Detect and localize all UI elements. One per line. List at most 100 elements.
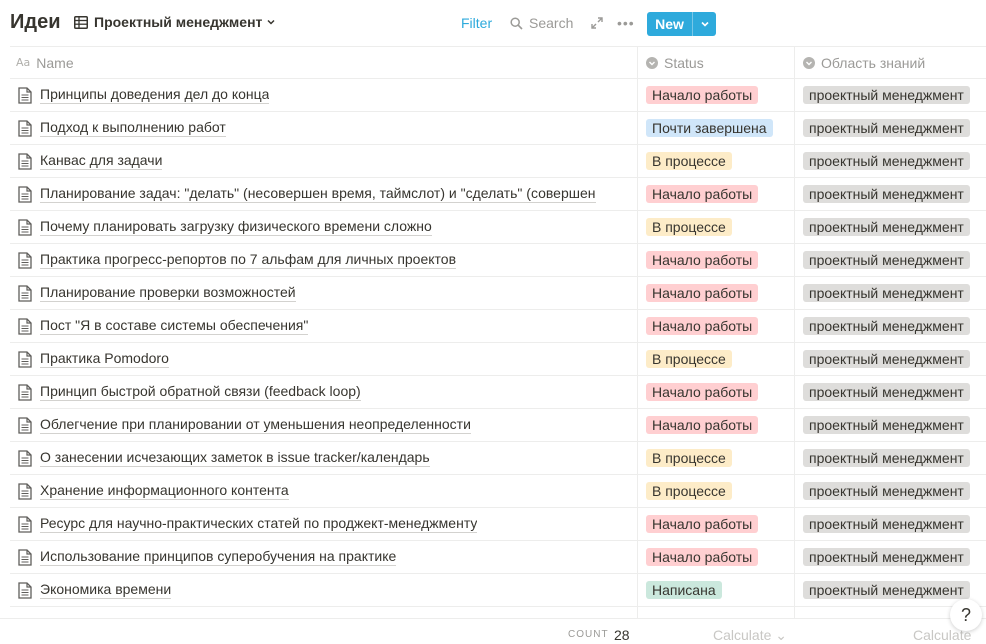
status-cell[interactable]: Почти завершена xyxy=(638,112,795,144)
row-title-link[interactable]: Планирование проверки возможностей xyxy=(40,284,296,302)
page-icon xyxy=(18,317,32,335)
area-cell[interactable]: проектный менеджмент xyxy=(795,475,986,507)
table-row[interactable]: О занесении исчезающих заметок в issue t… xyxy=(10,442,986,475)
row-title-link[interactable]: Практика прогресс-репортов по 7 альфам д… xyxy=(40,251,457,269)
page-icon xyxy=(18,152,32,170)
view-selector[interactable]: Проектный менеджмент xyxy=(74,14,276,30)
table-row[interactable]: Планирование проверки возможностей Начало… xyxy=(10,277,986,310)
open-as-page-button[interactable] xyxy=(591,16,603,34)
table-row[interactable]: Хранение информационного контента В проце… xyxy=(10,475,986,508)
column-header-name[interactable]: Aa Name xyxy=(10,47,638,78)
status-cell[interactable]: Начало работы xyxy=(638,310,795,342)
search-button[interactable]: Search xyxy=(510,15,573,31)
new-button[interactable]: New xyxy=(647,12,716,36)
row-title-link[interactable]: Канвас для задачи xyxy=(40,152,163,170)
page-icon xyxy=(18,416,32,434)
area-cell[interactable]: проектный менеджмент xyxy=(795,343,986,375)
page-title: Идеи xyxy=(10,11,61,33)
column-header-status[interactable]: Status xyxy=(638,47,795,78)
row-title-link[interactable]: Пост "Я в составе системы обеспечения" xyxy=(40,317,309,335)
status-cell[interactable]: Начало работы xyxy=(638,79,795,111)
area-cell[interactable]: проектный менеджмент xyxy=(795,541,986,573)
status-cell[interactable]: Начало работы xyxy=(638,541,795,573)
table-row[interactable]: Почему планировать загрузку физического … xyxy=(10,211,986,244)
status-badge: Начало работы xyxy=(646,317,759,335)
status-cell[interactable]: В процессе xyxy=(638,343,795,375)
row-title-link[interactable]: О занесении исчезающих заметок в issue t… xyxy=(40,449,430,467)
area-cell[interactable]: проектный менеджмент xyxy=(795,277,986,309)
area-cell[interactable]: проектный менеджмент xyxy=(795,244,986,276)
area-tag: проектный менеджмент xyxy=(803,449,970,467)
status-cell[interactable]: Написана xyxy=(638,574,795,606)
area-cell[interactable]: проектный менеджмент xyxy=(795,79,986,111)
row-title-link[interactable]: Принцип быстрой обратной связи (feedback… xyxy=(40,383,361,401)
row-title-link[interactable]: Хранение информационного контента xyxy=(40,482,289,500)
table-row[interactable]: Подход к выполнению работ Почти завершена… xyxy=(10,112,986,145)
status-cell[interactable]: Начало работы xyxy=(638,508,795,540)
name-cell: Почему планировать загрузку физического … xyxy=(10,211,638,243)
status-cell[interactable]: Начало работы xyxy=(638,376,795,408)
row-title-link[interactable]: Планирование задач: "делать" (несовершен… xyxy=(40,185,596,203)
table-row[interactable]: Использование принципов суперобучения на… xyxy=(10,541,986,574)
page-icon xyxy=(18,482,32,500)
area-cell[interactable]: проектный менеджмент xyxy=(795,178,986,210)
area-cell[interactable]: проектный менеджмент xyxy=(795,508,986,540)
page-icon xyxy=(18,251,32,269)
calculate-area-button[interactable]: Calculate ⌄ xyxy=(913,627,986,644)
status-cell[interactable]: Начало работы xyxy=(638,277,795,309)
table-row[interactable]: Облегчение при планировании от уменьшени… xyxy=(10,409,986,442)
status-badge: Написана xyxy=(646,581,722,599)
row-title-link[interactable]: Облегчение при планировании от уменьшени… xyxy=(40,416,471,434)
status-cell[interactable]: В процессе xyxy=(638,145,795,177)
table-row[interactable]: Экономика времени Написана проектный менед… xyxy=(10,574,986,607)
area-cell[interactable]: проектный менеджмент xyxy=(795,409,986,441)
status-badge: В процессе xyxy=(646,482,732,500)
more-options-button[interactable]: ••• xyxy=(617,15,635,31)
status-badge: В процессе xyxy=(646,449,732,467)
row-title-link[interactable]: Принципы доведения дел до конца xyxy=(40,86,270,104)
area-tag: проектный менеджмент xyxy=(803,482,970,500)
filter-button[interactable]: Filter xyxy=(461,15,492,31)
area-cell[interactable]: проектный менеджмент xyxy=(795,310,986,342)
table-row[interactable]: Принципы доведения дел до конца Начало ра… xyxy=(10,79,986,112)
status-cell[interactable]: Начало работы xyxy=(638,244,795,276)
table-row[interactable]: Практика прогресс-репортов по 7 альфам д… xyxy=(10,244,986,277)
table-row[interactable]: Пост "Я в составе системы обеспечения" На… xyxy=(10,310,986,343)
column-label: Status xyxy=(664,54,704,71)
new-dropdown-button[interactable] xyxy=(692,12,716,36)
calculate-status-button[interactable]: Calculate ⌄ xyxy=(713,627,787,644)
area-tag: проектный менеджмент xyxy=(803,86,970,104)
area-cell[interactable]: проектный менеджмент xyxy=(795,112,986,144)
table-body: Принципы доведения дел до конца Начало ра… xyxy=(10,79,986,607)
row-title-link[interactable]: Подход к выполнению работ xyxy=(40,119,226,137)
name-cell: Принципы доведения дел до конца xyxy=(10,79,638,111)
table-row[interactable]: Ресурс для научно-практических статей по… xyxy=(10,508,986,541)
column-label: Name xyxy=(36,54,74,71)
row-title-link[interactable]: Экономика времени xyxy=(40,581,172,599)
status-badge: Начало работы xyxy=(646,383,759,401)
area-tag: проектный менеджмент xyxy=(803,119,970,137)
column-header-area[interactable]: Область знаний xyxy=(795,47,986,78)
status-cell[interactable]: В процессе xyxy=(638,475,795,507)
database-table: Aa Name Status Область знаний Принципы д… xyxy=(10,46,986,640)
area-cell[interactable]: проектный менеджмент xyxy=(795,376,986,408)
area-cell[interactable]: проектный менеджмент xyxy=(795,442,986,474)
name-cell: Практика прогресс-репортов по 7 альфам д… xyxy=(10,244,638,276)
status-cell[interactable]: Начало работы xyxy=(638,409,795,441)
table-row[interactable]: Канвас для задачи В процессе проектный мен… xyxy=(10,145,986,178)
status-cell[interactable]: В процессе xyxy=(638,211,795,243)
table-row[interactable]: Планирование задач: "делать" (несовершен… xyxy=(10,178,986,211)
row-title-link[interactable]: Ресурс для научно-практических статей по… xyxy=(40,515,478,533)
table-row[interactable]: Практика Pomodoro В процессе проектный мен… xyxy=(10,343,986,376)
help-button[interactable]: ? xyxy=(950,599,982,631)
status-cell[interactable]: В процессе xyxy=(638,442,795,474)
page-icon xyxy=(18,218,32,236)
table-row[interactable]: Принцип быстрой обратной связи (feedback… xyxy=(10,376,986,409)
row-title-link[interactable]: Почему планировать загрузку физического … xyxy=(40,218,432,236)
area-cell[interactable]: проектный менеджмент xyxy=(795,211,986,243)
row-title-link[interactable]: Использование принципов суперобучения на… xyxy=(40,548,397,566)
status-cell[interactable]: Начало работы xyxy=(638,178,795,210)
area-tag: проектный менеджмент xyxy=(803,218,970,236)
row-title-link[interactable]: Практика Pomodoro xyxy=(40,350,169,368)
area-cell[interactable]: проектный менеджмент xyxy=(795,145,986,177)
